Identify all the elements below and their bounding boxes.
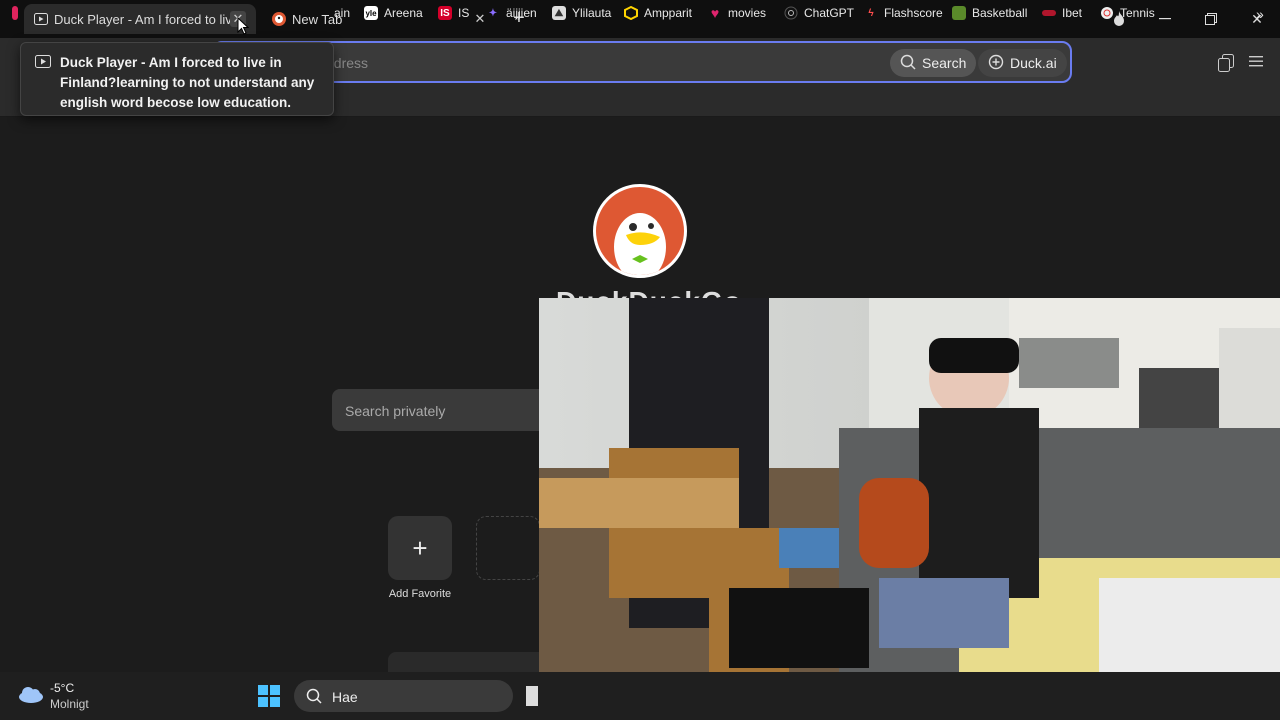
chat-icon <box>988 54 1004 73</box>
bookmark-item[interactable]: ϟ Flashscore <box>864 6 942 20</box>
bookmark-item[interactable]: ChatGPT <box>784 6 854 20</box>
basketball-icon <box>952 6 966 20</box>
bookmark-partial-icon <box>12 6 24 20</box>
taskbar-search-input[interactable]: Hae <box>294 680 513 712</box>
cloud-icon <box>18 685 44 708</box>
weather-temperature: -5°C <box>50 681 75 695</box>
flashscore-icon: ϟ <box>868 7 874 19</box>
search-privately-input[interactable]: Search privately <box>332 389 572 431</box>
taskbar-app-icon[interactable] <box>526 686 538 706</box>
tab-tooltip: Duck Player - Am I forced to live in Fin… <box>20 42 334 116</box>
tab-duck-player[interactable]: Duck Player - Am I forced to live in Fin… <box>24 4 256 34</box>
ibet-icon <box>1042 10 1056 16</box>
duck-ai-button[interactable]: Duck.ai <box>978 49 1067 77</box>
aijjien-icon: ✦ <box>488 7 498 19</box>
windows-start-icon[interactable] <box>258 685 280 712</box>
play-icon <box>35 55 51 73</box>
heart-icon: ♥ <box>710 5 720 21</box>
duckduckgo-icon <box>272 12 286 26</box>
mouse-cursor-icon <box>237 16 250 40</box>
bookmark-item[interactable]: Basketball <box>952 6 1027 20</box>
bookmark-item[interactable]: ♥ movies <box>708 5 766 21</box>
ylilauta-icon: ⛰ <box>552 6 566 20</box>
areena-icon: yle <box>364 6 378 20</box>
search-button[interactable]: Search <box>890 49 977 77</box>
restore-button[interactable] <box>1188 0 1234 38</box>
address-bar[interactable]: ddress Search Duck.ai <box>212 41 1072 83</box>
bookmark-item[interactable]: yle Areena <box>364 6 423 20</box>
add-favorite-button[interactable]: + <box>388 516 452 580</box>
empty-favorite-slot <box>476 516 540 580</box>
is-icon: IS <box>438 6 452 20</box>
bookmark-item[interactable]: IS IS <box>438 6 469 20</box>
chatgpt-icon <box>784 6 798 20</box>
bookmark-item[interactable]: ✦ äijjien <box>486 6 537 20</box>
bookmark-item[interactable]: Tennis <box>1100 6 1155 20</box>
video-player-pip[interactable] <box>539 298 1280 716</box>
play-icon <box>34 12 48 26</box>
duckduckgo-logo <box>593 184 687 278</box>
menu-icon[interactable] <box>1249 54 1267 72</box>
weather-description: Molnigt <box>50 697 89 711</box>
ampparit-icon <box>624 6 638 20</box>
search-icon <box>306 688 322 709</box>
chevron-right-icon[interactable]: » <box>1256 6 1264 22</box>
copy-icon[interactable] <box>1218 54 1236 72</box>
bookmark-item[interactable]: ain <box>334 6 350 20</box>
tab-title: Duck Player - Am I forced to live in Fin… <box>54 11 230 27</box>
video-frame-image <box>539 298 1280 716</box>
tennis-icon <box>1100 6 1114 20</box>
search-icon <box>900 54 916 73</box>
add-favorite-label: Add Favorite <box>388 588 452 600</box>
taskbar <box>0 672 1280 720</box>
bookmark-item[interactable]: Ibet <box>1042 6 1082 20</box>
bookmark-item[interactable]: Ampparit <box>624 6 692 20</box>
bookmark-item[interactable]: ⛰ Ylilauta <box>552 6 611 20</box>
tooltip-text: Duck Player - Am I forced to live in Fin… <box>60 55 315 110</box>
